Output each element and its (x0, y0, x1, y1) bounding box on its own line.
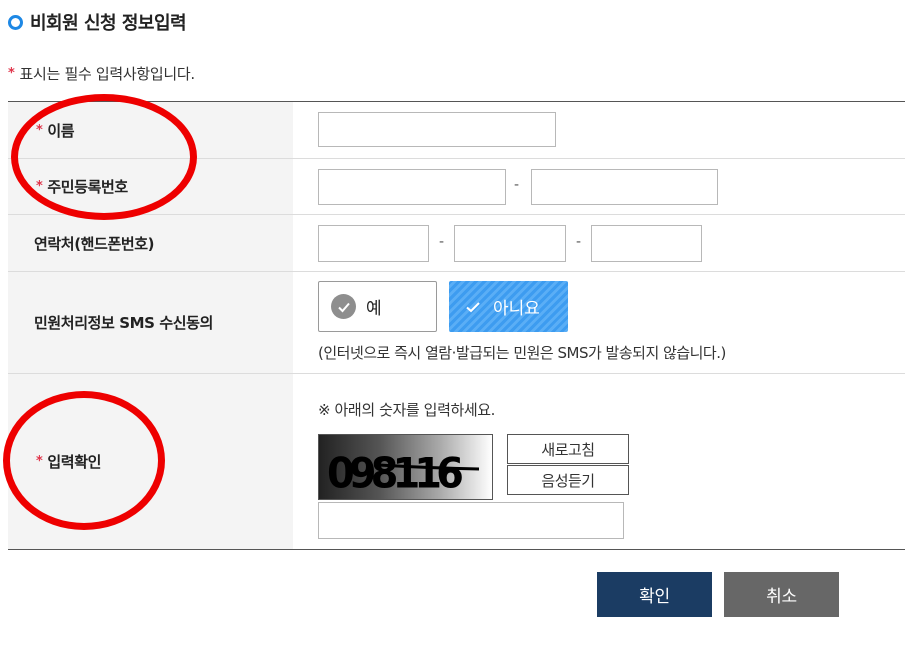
name-label-text: 이름 (47, 121, 75, 140)
captcha-audio-button[interactable]: 음성듣기 (507, 465, 629, 495)
cancel-button[interactable]: 취소 (724, 572, 839, 617)
rrn-front-input[interactable] (318, 169, 506, 205)
captcha-field-cell: ※ 아래의 숫자를 입력하세요. 098116 새로고침 음성듣기 (293, 374, 905, 549)
captcha-digits: 098116 (327, 449, 462, 498)
required-mark-icon: * (8, 66, 15, 81)
captcha-input[interactable] (318, 502, 624, 539)
sms-label-text: 민원처리정보 SMS 수신동의 (34, 314, 213, 332)
captcha-refresh-button[interactable]: 새로고침 (507, 434, 629, 464)
name-field-cell (293, 102, 905, 158)
page-title-text: 비회원 신청 정보입력 (30, 13, 187, 34)
form-row-phone: 연락처(핸드폰번호) - - (8, 215, 905, 272)
captcha-note: ※ 아래의 숫자를 입력하세요. (318, 401, 496, 419)
sms-label: 민원처리정보 SMS 수신동의 (8, 272, 293, 373)
confirm-button[interactable]: 확인 (597, 572, 712, 617)
sms-field-cell: 예 아니요 (인터넷으로 즉시 열람·발급되는 민원은 SMS가 발송되지 않습… (293, 272, 905, 373)
sms-no-label: 아니요 (493, 299, 540, 319)
phone-label: 연락처(핸드폰번호) (8, 215, 293, 271)
required-mark-icon: * (36, 122, 43, 138)
page-title: 비회원 신청 정보입력 (8, 9, 187, 35)
phone-part2-input[interactable] (454, 225, 566, 262)
rrn-label-text: 주민등록번호 (47, 178, 128, 196)
required-mark-icon: * (36, 454, 43, 469)
form-row-rrn: * 주민등록번호 - (8, 159, 905, 215)
phone-part3-input[interactable] (591, 225, 702, 262)
name-input[interactable] (318, 112, 556, 147)
application-form: * 이름 * 주민등록번호 - 연락처(핸드폰번호) - - 민원처리정보 SM… (8, 101, 905, 550)
rrn-field-cell: - (293, 159, 905, 214)
circle-bullet-icon (8, 14, 23, 30)
check-circle-icon (331, 294, 356, 319)
phone-field-cell: - - (293, 215, 905, 271)
name-label: * 이름 (8, 102, 293, 158)
captcha-image: 098116 (318, 434, 493, 500)
sms-note: (인터넷으로 즉시 열람·발급되는 민원은 SMS가 발송되지 않습니다.) (318, 344, 726, 362)
rrn-back-input[interactable] (531, 169, 718, 205)
required-notice-text: 표시는 필수 입력사항입니다. (19, 65, 196, 83)
check-icon (463, 297, 483, 317)
sms-no-option-selected[interactable]: 아니요 (449, 281, 568, 332)
sms-yes-option[interactable]: 예 (318, 281, 437, 332)
phone-separator-1: - (439, 234, 445, 250)
captcha-label: * 입력확인 (8, 374, 293, 549)
phone-separator-2: - (576, 234, 582, 250)
sms-yes-label: 예 (366, 299, 382, 319)
required-notice: * 표시는 필수 입력사항입니다. (8, 63, 195, 84)
phone-label-text: 연락처(핸드폰번호) (34, 234, 155, 253)
rrn-separator: - (514, 177, 520, 193)
form-row-captcha: * 입력확인 ※ 아래의 숫자를 입력하세요. 098116 새로고침 음성듣기 (8, 374, 905, 549)
rrn-label: * 주민등록번호 (8, 159, 293, 214)
phone-part1-input[interactable] (318, 225, 429, 262)
required-mark-icon: * (36, 179, 43, 194)
captcha-label-text: 입력확인 (47, 453, 102, 471)
form-row-sms: 민원처리정보 SMS 수신동의 예 아니요 (인터넷으로 즉시 열람·발급되는 … (8, 272, 905, 374)
form-row-name: * 이름 (8, 102, 905, 159)
